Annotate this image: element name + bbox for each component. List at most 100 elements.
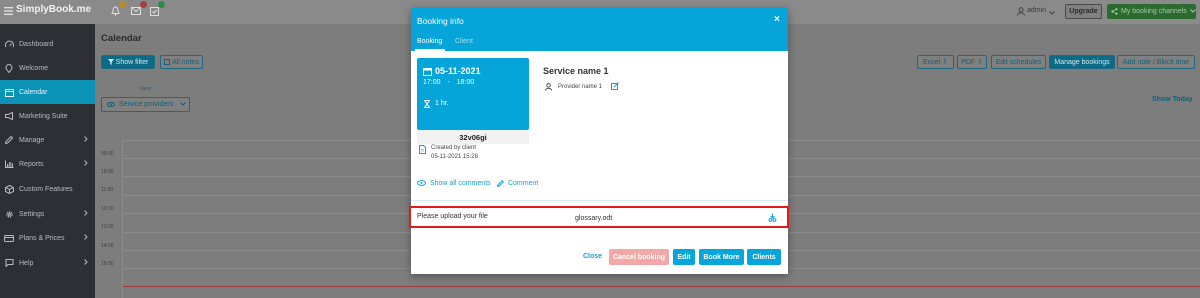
sidebar-item-label: Manage xyxy=(19,136,45,144)
view-select-value: Service providers xyxy=(119,101,174,108)
created-by: Created by client xyxy=(431,145,477,151)
all-notes-button[interactable]: All notes xyxy=(160,55,203,69)
user-icon[interactable] xyxy=(1017,7,1025,18)
edit-icon[interactable] xyxy=(611,82,619,92)
booking-code: 32v06gi xyxy=(417,130,529,144)
chevron-down-icon xyxy=(1189,8,1196,15)
calendar-icon xyxy=(4,87,14,97)
megaphone-icon xyxy=(4,111,14,121)
close-icon[interactable]: × xyxy=(774,14,780,25)
chevron-right-icon xyxy=(84,160,88,168)
time-start: 17:00 xyxy=(423,79,441,86)
show-filter-label: Show filter xyxy=(115,58,149,66)
time-label: 10:00 xyxy=(101,169,114,175)
time-label: 09:00 xyxy=(101,151,114,157)
uploaded-file-name[interactable]: glossary.odt xyxy=(575,215,612,222)
logo[interactable]: SimplyBook.me xyxy=(16,4,91,15)
booking-channels-label: My booking channels xyxy=(1121,8,1187,15)
view-select[interactable]: Service providers xyxy=(101,97,190,112)
gear-icon xyxy=(4,209,14,219)
credit-card-icon xyxy=(4,233,14,243)
sidebar-item-welcome[interactable]: Welcome xyxy=(0,56,95,80)
help-chat-icon xyxy=(4,258,14,268)
time-separator: - xyxy=(447,79,450,86)
calendar-check-icon[interactable] xyxy=(150,6,159,18)
pdf-label: PDF xyxy=(961,58,976,66)
sidebar-item-settings[interactable]: Settings xyxy=(0,202,95,226)
active-tab-indicator xyxy=(415,49,445,51)
time-label: 13:00 xyxy=(101,224,114,230)
clients-button[interactable]: Clients xyxy=(747,249,781,265)
upgrade-button[interactable]: Upgrade xyxy=(1065,4,1102,19)
calendar-icon xyxy=(423,67,432,78)
booking-channels-button[interactable]: My booking channels xyxy=(1107,4,1196,19)
booking-date: 05-11-2021 xyxy=(435,66,481,76)
sidebar-item-calendar[interactable]: Calendar xyxy=(0,80,95,104)
hamburger-menu-icon[interactable] xyxy=(4,7,13,17)
sidebar-item-label: Settings xyxy=(19,210,45,218)
sidebar-item-label: Marketing Suite xyxy=(19,112,68,120)
edit-schedules-button[interactable]: Edit schedules xyxy=(991,55,1046,69)
user-icon xyxy=(544,83,553,93)
bell-icon[interactable] xyxy=(111,6,120,18)
chevron-right-icon xyxy=(84,259,88,267)
sidebar-item-label: Calendar xyxy=(19,88,48,96)
sidebar-item-reports[interactable]: Reports xyxy=(0,152,95,176)
created-at: 05-11-2021 15:28 xyxy=(431,154,478,160)
download-icon: ⇩ xyxy=(977,59,983,66)
tab-booking[interactable]: Booking xyxy=(417,38,442,45)
sidebar-item-manage[interactable]: Manage xyxy=(0,128,95,152)
tab-client[interactable]: Client xyxy=(455,38,473,45)
show-today-link[interactable]: Show Today xyxy=(1152,96,1193,103)
sidebar-item-dashboard[interactable]: Dashboard xyxy=(0,32,95,56)
comment-link[interactable]: Comment xyxy=(497,180,538,187)
download-icon: ⇩ xyxy=(942,59,948,66)
chevron-right-icon xyxy=(84,210,88,218)
grid-vertical-line xyxy=(122,140,123,298)
show-all-comments-link[interactable]: Show all comments xyxy=(417,180,491,187)
note-icon xyxy=(164,58,171,66)
excel-label: Excel xyxy=(923,58,941,66)
sidebar-item-marketing-suite[interactable]: Marketing Suite xyxy=(0,104,95,128)
pencil-icon xyxy=(4,135,14,145)
bar-chart-icon xyxy=(4,159,14,169)
time-label: 11:00 xyxy=(101,187,114,193)
sidebar-item-label: Welcome xyxy=(19,64,49,72)
filter-icon xyxy=(107,58,114,66)
page-title: Calendar xyxy=(101,33,142,44)
booking-info-modal: Booking info × Booking Client 05-11-2021… xyxy=(409,8,789,274)
booking-datetime-box: 05-11-2021 17:00 - 18:00 1 hr. xyxy=(417,58,529,130)
divider xyxy=(411,200,788,201)
add-note-block-time-button[interactable]: Add note / Block time xyxy=(1117,55,1195,69)
show-filter-button[interactable]: Show filter xyxy=(101,55,155,69)
close-button[interactable]: Close xyxy=(583,253,602,260)
sidebar-item-label: Dashboard xyxy=(19,40,54,48)
view-label: View xyxy=(139,86,151,92)
modal-title: Booking info xyxy=(417,16,464,26)
eye-icon xyxy=(417,180,426,187)
share-icon xyxy=(1111,7,1118,15)
username[interactable]: admin xyxy=(1027,7,1046,14)
time-label: 15:00 xyxy=(101,261,114,267)
task-badge xyxy=(158,1,165,8)
edit-button[interactable]: Edit xyxy=(673,249,695,265)
manage-bookings-button[interactable]: Manage bookings xyxy=(1049,55,1115,69)
sidebar-item-label: Help xyxy=(19,259,34,267)
chevron-down-icon[interactable] xyxy=(1049,8,1055,17)
sidebar-item-plans-prices[interactable]: Plans & Prices xyxy=(0,226,95,250)
envelope-icon[interactable] xyxy=(131,7,141,17)
modal-header: Booking info × Booking Client xyxy=(411,8,788,51)
book-more-button[interactable]: Book More xyxy=(699,249,744,265)
notification-badge xyxy=(119,1,126,8)
time-label: 14:00 xyxy=(101,243,114,249)
eye-icon xyxy=(107,101,115,108)
pdf-button[interactable]: PDF ⇩ xyxy=(957,55,987,69)
download-icon[interactable] xyxy=(768,213,777,224)
all-notes-label: All notes xyxy=(172,58,199,66)
booking-duration: 1 hr. xyxy=(435,100,449,107)
sidebar-item-custom-features[interactable]: Custom Features xyxy=(0,177,95,201)
cancel-booking-button[interactable]: Cancel booking xyxy=(609,249,669,265)
show-all-comments-label: Show all comments xyxy=(429,180,491,187)
sidebar-item-help[interactable]: Help xyxy=(0,251,95,275)
excel-button[interactable]: Excel ⇩ xyxy=(917,55,954,69)
